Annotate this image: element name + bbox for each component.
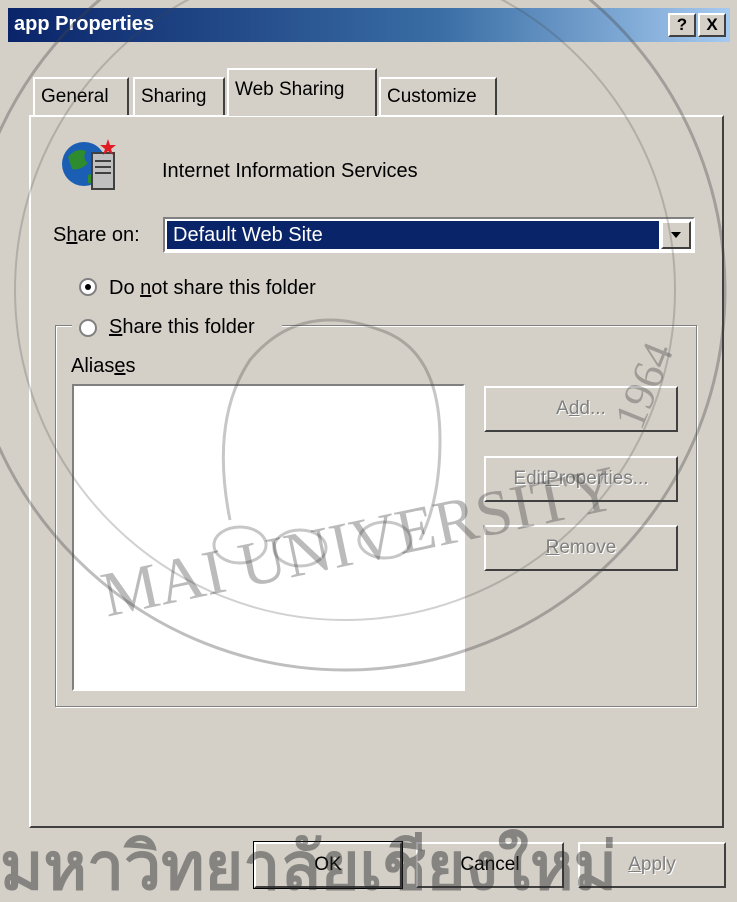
apply-button[interactable]: Apply — [578, 842, 726, 888]
radio-share[interactable] — [79, 319, 97, 337]
properties-dialog: app Properties ? X General Sharing Web S… — [0, 0, 737, 902]
dropdown-arrow-button[interactable] — [661, 221, 691, 249]
edit-properties-button[interactable]: Edit Properties... — [484, 456, 678, 502]
share-on-value: Default Web Site — [167, 221, 659, 249]
aliases-label: Aliases — [71, 355, 136, 377]
tab-general[interactable]: General — [33, 77, 129, 115]
window-title: app Properties — [14, 13, 155, 35]
iis-globe-server-icon — [58, 137, 118, 193]
tab-sharing[interactable]: Sharing — [133, 77, 225, 115]
radio-dot — [85, 284, 91, 290]
remove-button[interactable]: Remove — [484, 525, 678, 571]
radio-do-not-share[interactable] — [79, 278, 97, 296]
ok-button[interactable]: OK — [253, 841, 403, 889]
share-on-label: Share on: — [53, 224, 140, 246]
radio-share-label[interactable]: Share this folder — [109, 316, 255, 339]
title-bar[interactable]: app Properties ? X — [8, 8, 730, 42]
share-on-select[interactable]: Default Web Site — [163, 217, 695, 253]
radio-do-not-share-label[interactable]: Do not share this folder — [109, 277, 316, 300]
service-label: Internet Information Services — [162, 160, 418, 182]
tab-web-sharing[interactable]: Web Sharing — [227, 68, 377, 116]
chevron-down-icon — [671, 232, 681, 238]
add-button[interactable]: Ad d... — [484, 386, 678, 432]
tab-customize[interactable]: Customize — [379, 77, 497, 115]
close-button[interactable]: X — [698, 13, 726, 37]
help-button[interactable]: ? — [668, 13, 696, 37]
aliases-list[interactable] — [72, 384, 465, 691]
cancel-button[interactable]: Cancel — [416, 842, 564, 888]
